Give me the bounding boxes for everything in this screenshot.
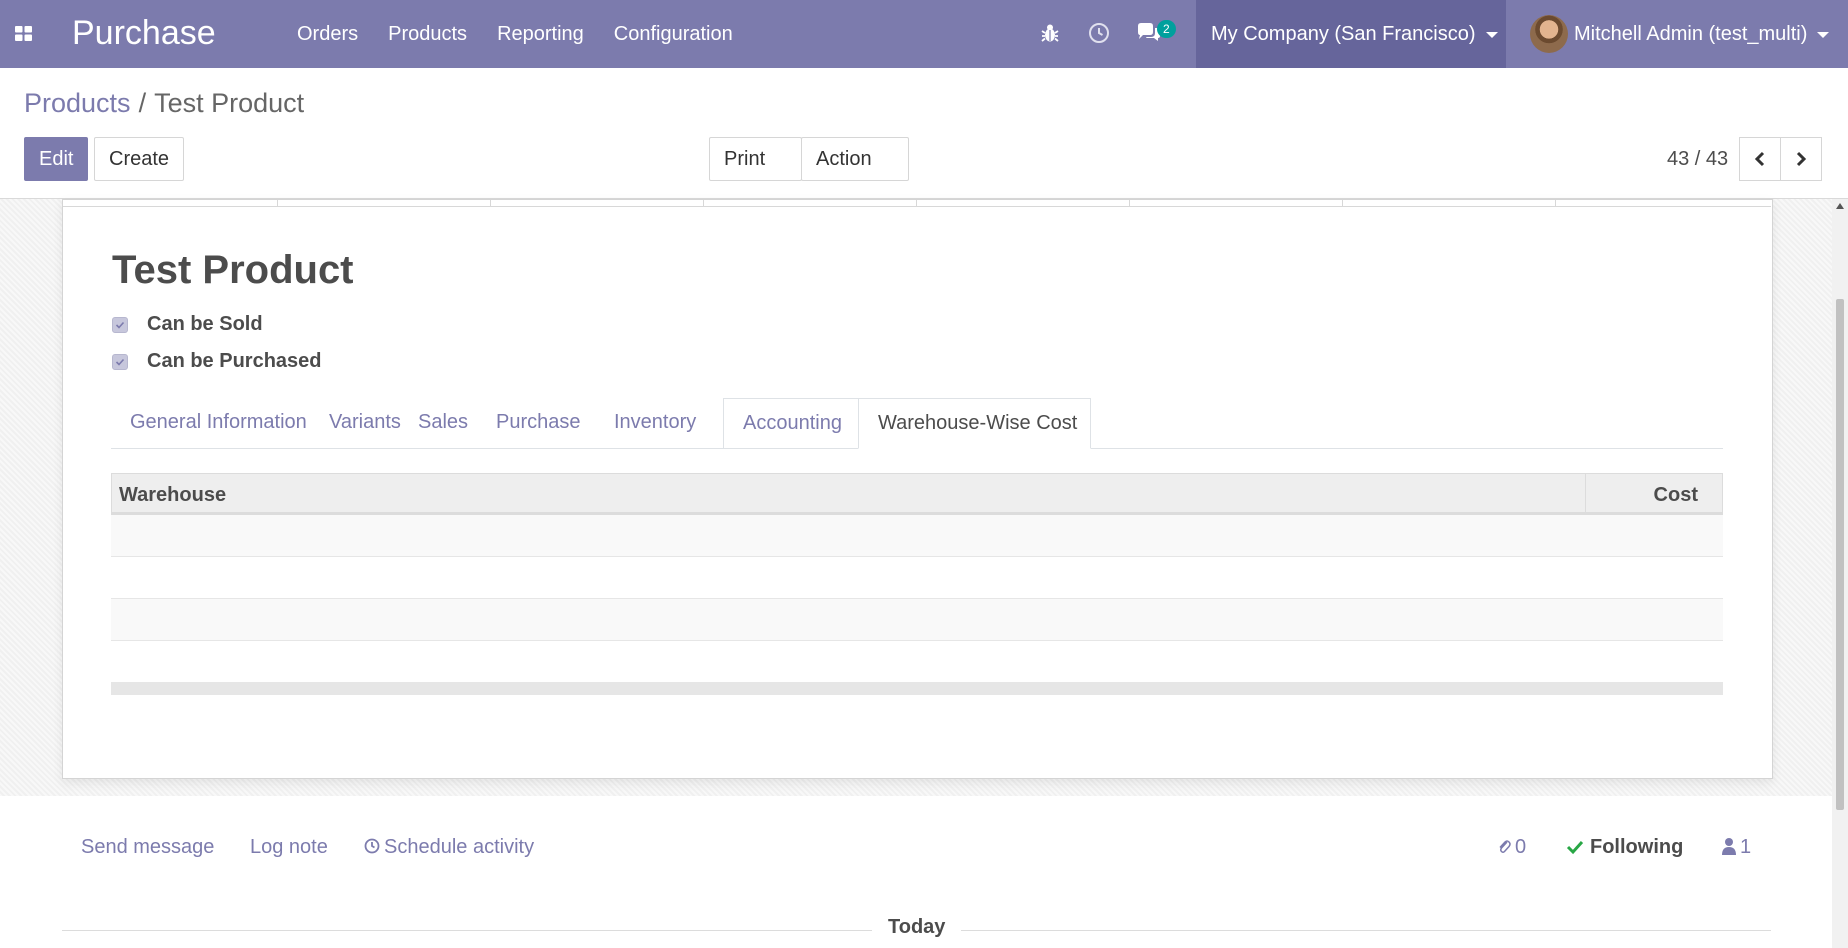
tab-sales[interactable]: Sales [399, 398, 487, 448]
menu-reporting[interactable]: Reporting [497, 0, 584, 68]
form-sheet: Test Product Can be Sold Can be Purchase… [62, 199, 1773, 779]
schedule-activity-label: Schedule activity [384, 836, 535, 858]
company-switcher[interactable]: My Company (San Francisco) [1196, 0, 1506, 68]
apps-grid-icon[interactable] [14, 24, 34, 44]
attachments-button[interactable]: 0 [1497, 836, 1526, 859]
breadcrumb: Products / Test Product [24, 88, 304, 119]
following-button[interactable]: Following [1566, 836, 1683, 859]
tab-warehouse-wise-cost[interactable]: Warehouse-Wise Cost [858, 398, 1091, 449]
pager-value: 43 / 43 [1667, 148, 1729, 170]
pager-previous-button[interactable] [1739, 137, 1781, 181]
product-name: Test Product [112, 248, 354, 292]
action-label: Action [816, 148, 872, 170]
breadcrumb-current: Test Product [154, 88, 305, 118]
can-be-sold-checkbox[interactable] [112, 317, 128, 333]
company-name: My Company (San Francisco) [1211, 23, 1476, 45]
menu-orders[interactable]: Orders [297, 0, 358, 68]
action-dropdown[interactable]: Action [801, 137, 909, 205]
chevron-down-icon [1485, 31, 1498, 38]
scrollbar-thumb[interactable] [1836, 299, 1844, 810]
followers-count: 1 [1740, 836, 1752, 858]
column-divider [1585, 474, 1586, 512]
main-menu: Orders Products Reporting Configuration [297, 0, 763, 68]
bug-icon[interactable] [1040, 22, 1060, 49]
chatter: Send message Log note Schedule activity … [0, 796, 1832, 948]
menu-configuration[interactable]: Configuration [614, 0, 733, 68]
tab-inventory[interactable]: Inventory [595, 398, 715, 448]
can-be-purchased-label: Can be Purchased [147, 350, 322, 372]
date-separator: Today [872, 916, 962, 939]
notebook-tabs: General Information Variants Sales Purch… [111, 398, 1723, 449]
following-label: Following [1590, 836, 1684, 858]
print-dropdown[interactable]: Print [709, 137, 802, 205]
create-button[interactable]: Create [94, 137, 185, 181]
paperclip-icon [1499, 840, 1511, 853]
ribbon-divider [63, 206, 1771, 207]
check-icon [1566, 840, 1584, 855]
vertical-scrollbar[interactable] [1832, 199, 1848, 948]
column-header-cost[interactable]: Cost [1654, 484, 1698, 507]
attachments-count: 0 [1515, 836, 1527, 858]
log-note-button[interactable]: Log note [250, 836, 328, 859]
menu-products[interactable]: Products [388, 0, 467, 68]
schedule-activity-button[interactable]: Schedule activity [364, 836, 534, 859]
pager-next-button[interactable] [1780, 137, 1822, 181]
breadcrumb-products-link[interactable]: Products [24, 88, 131, 118]
breadcrumb-separator: / [138, 88, 147, 118]
avatar [1530, 15, 1568, 53]
table-row [111, 641, 1723, 683]
table-footer [111, 683, 1723, 695]
chevron-left-icon [1754, 151, 1765, 167]
can-be-purchased-checkbox[interactable] [112, 354, 128, 370]
app-name[interactable]: Purchase [72, 14, 216, 53]
edit-button[interactable]: Edit [24, 137, 89, 181]
tab-general-information[interactable]: General Information [111, 398, 326, 448]
messages-badge: 2 [1157, 20, 1176, 38]
column-header-warehouse[interactable]: Warehouse [119, 484, 226, 507]
user-icon [1722, 838, 1736, 855]
table-row [111, 515, 1723, 557]
scroll-up-arrow-icon[interactable] [1836, 203, 1844, 209]
table-row [111, 557, 1723, 599]
can-be-sold-label: Can be Sold [147, 313, 263, 335]
form-content-area[interactable]: Test Product Can be Sold Can be Purchase… [0, 199, 1832, 796]
print-label: Print [724, 148, 766, 170]
table-row [111, 599, 1723, 641]
tab-accounting[interactable]: Accounting [723, 398, 859, 448]
control-panel: Products / Test Product Edit Create Print … [0, 68, 1848, 205]
warehouse-cost-table: Warehouse Cost [111, 473, 1723, 695]
chevron-down-icon [1817, 31, 1830, 38]
send-message-button[interactable]: Send message [81, 836, 214, 859]
clock-icon [364, 838, 380, 854]
user-name: Mitchell Admin (test_multi) [1574, 23, 1808, 45]
followers-button[interactable]: 1 [1722, 836, 1751, 859]
tab-purchase[interactable]: Purchase [477, 398, 600, 448]
chevron-right-icon [1796, 151, 1807, 167]
top-navbar: Purchase Orders Products Reporting Confi… [0, 0, 1848, 69]
table-header: Warehouse Cost [111, 473, 1723, 515]
clock-icon[interactable] [1088, 22, 1110, 49]
